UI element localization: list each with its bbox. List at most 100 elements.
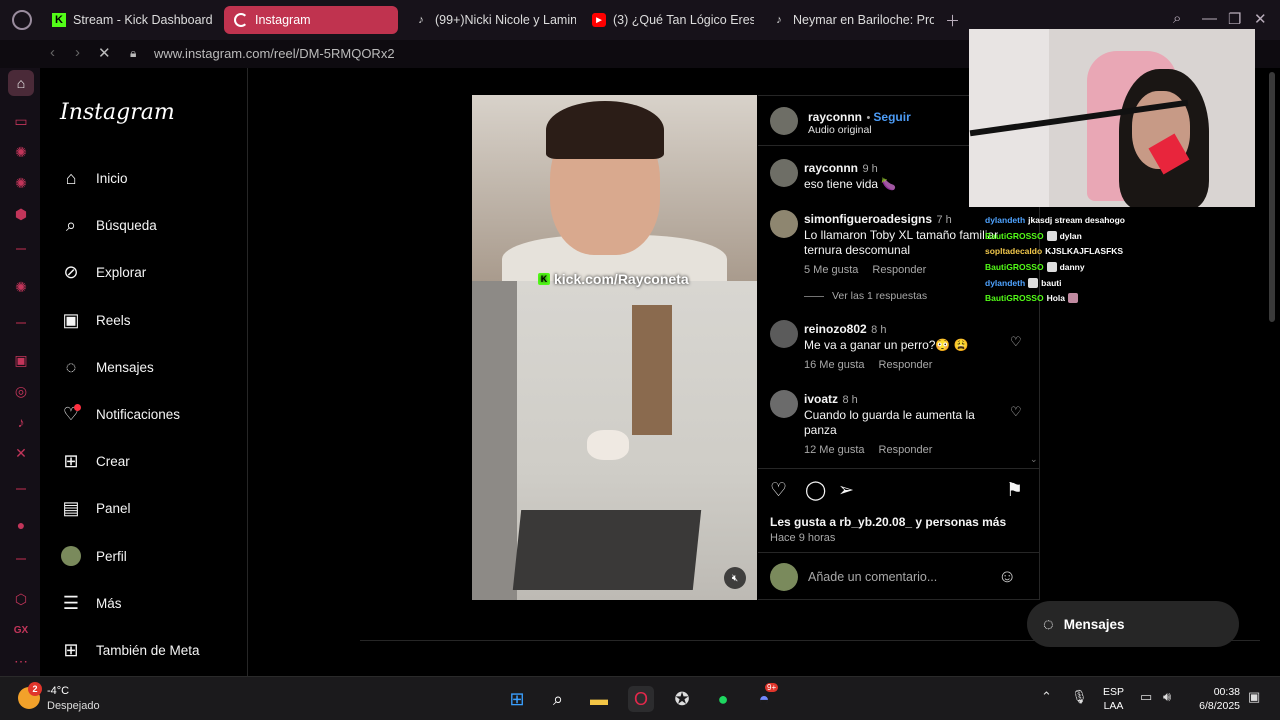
clock[interactable]: 00:38 6/8/2025 [1198, 685, 1240, 713]
scroll-thumb[interactable] [1269, 72, 1275, 322]
comment-user[interactable]: simonfigueroadesigns [804, 212, 932, 226]
notifications-icon[interactable]: ▣ [1248, 689, 1260, 705]
opera-gx-icon[interactable]: O [628, 686, 654, 712]
nav-panel[interactable]: ▤ Panel [60, 495, 130, 521]
aria-icon[interactable]: ⬢ [10, 203, 32, 225]
twitch-icon[interactable]: ▣ [10, 349, 32, 371]
tab-label: (99+)Nicki Nicole y Lamin [435, 13, 576, 27]
search-tabs-icon[interactable]: ⌕ [1173, 10, 1181, 27]
reel-video[interactable]: K kick.com/Rayconeta 🔇︎ [472, 95, 757, 600]
tab-tiktok-nicki[interactable]: ♪ (99+)Nicki Nicole y Lamin [404, 6, 576, 34]
instagram-logo[interactable]: Instagram [60, 100, 175, 125]
home-icon[interactable]: ⌂ [8, 70, 34, 96]
new-tab-icon[interactable]: ＋ [945, 10, 960, 31]
share-icon[interactable]: ➢ [838, 479, 854, 502]
ai-icon[interactable]: ✺ [10, 172, 32, 194]
nav-notificaciones[interactable]: ♡ Notificaciones [60, 401, 180, 427]
tab-youtube[interactable]: ▶ (3) ¿Qué Tan Lógico Eres [582, 6, 754, 34]
comment-avatar[interactable] [770, 210, 798, 238]
like-comment-heart-icon[interactable]: ♡ [1010, 404, 1022, 420]
game-app-icon[interactable]: ✪ [669, 686, 695, 712]
nav-perfil[interactable]: Perfil [60, 543, 127, 569]
bookmark-icon[interactable]: ⚑ [1006, 479, 1023, 502]
maximize-icon[interactable]: ❐ [1228, 10, 1241, 28]
url-field[interactable]: www.instagram.com/reel/DM-5RMQORx2 [154, 46, 395, 61]
comment-user[interactable]: reinozo802 [804, 322, 867, 336]
volume-icon[interactable]: 🔊︎ [1163, 689, 1171, 705]
search-icon[interactable]: ⌕ [545, 686, 571, 712]
x-icon[interactable]: ✕ [10, 442, 32, 464]
avatar [61, 546, 81, 566]
follow-button[interactable]: Seguir [873, 110, 910, 124]
chat-user: sopltadecaldo [985, 246, 1043, 257]
likes-summary[interactable]: Les gusta a rb_yb.20.08_ y personas más [770, 515, 1006, 529]
comment-avatar[interactable] [770, 159, 798, 187]
youtube-icon: ▶ [592, 13, 606, 27]
settings-icon[interactable]: ⬡ [10, 588, 32, 610]
more-icon[interactable]: ⋯ [10, 650, 32, 672]
nav-busqueda[interactable]: ⌕ Búsqueda [60, 212, 157, 238]
comment-avatar[interactable] [770, 320, 798, 348]
nav-crear[interactable]: ⊞ Crear [60, 448, 129, 474]
comment-likes[interactable]: 12 Me gusta [804, 444, 865, 456]
player-icon[interactable]: ● [10, 514, 32, 536]
comment-likes[interactable]: 5 Me gusta [804, 264, 858, 276]
opera-logo-icon[interactable] [12, 10, 32, 30]
stop-loading-icon[interactable]: ✕ [98, 44, 111, 62]
page-scrollbar[interactable] [1268, 68, 1276, 676]
nav-inicio[interactable]: ⌂ Inicio [60, 165, 128, 191]
like-heart-icon[interactable]: ♡ [770, 479, 787, 502]
tiktok-icon[interactable]: ♪ [10, 411, 32, 433]
nav-tambien-de-meta[interactable]: ⊞ También de Meta [60, 637, 199, 663]
file-explorer-icon[interactable]: ▬ [586, 686, 612, 712]
nav-explorar[interactable]: ⊘ Explorar [60, 259, 146, 285]
microphone-icon[interactable]: 🎙︎ [1071, 689, 1088, 705]
forward-icon[interactable]: › [75, 44, 80, 61]
reply-button[interactable]: Responder [879, 444, 933, 456]
spotify-icon[interactable]: ● [710, 686, 736, 712]
gaming-icon[interactable]: ▭ [10, 110, 32, 132]
comment-user[interactable]: ivoatz [804, 392, 838, 406]
openai-icon[interactable]: ✺ [10, 276, 32, 298]
tab-tiktok-neymar[interactable]: ♪ Neymar en Bariloche: Pro [762, 6, 934, 34]
view-replies-button[interactable]: Ver las 1 respuestas [804, 290, 927, 302]
windows-start-icon[interactable]: ⊞ [504, 686, 530, 712]
network-icon[interactable]: ▭ [1140, 689, 1152, 705]
nav-mas[interactable]: ☰ Más [60, 590, 122, 616]
tray-overflow-icon[interactable]: ⌃ [1041, 689, 1052, 705]
mute-icon[interactable]: 🔇︎ [724, 567, 746, 589]
weather-temp[interactable]: -4°C [47, 685, 69, 697]
lock-icon[interactable]: 🔒︎ [130, 46, 136, 61]
chatgpt-icon[interactable]: ✺ [10, 141, 32, 163]
instagram-icon[interactable]: ◎ [10, 380, 32, 402]
comment-icon[interactable]: ◯ [805, 479, 826, 502]
lang-layout: LAA [1103, 700, 1124, 712]
chart-icon: ▤ [62, 497, 80, 518]
author-avatar[interactable] [770, 107, 798, 135]
author-name[interactable]: rayconnn [808, 110, 862, 124]
taskbar: 2 -4°C Despejado ⊞ ⌕ ▬ O ✪ ● ◓ 9+ ⌃ 🎙︎ E… [0, 676, 1280, 720]
nav-mensajes[interactable]: ◌ Mensajes [60, 354, 154, 380]
reply-button[interactable]: Responder [872, 264, 926, 276]
minimize-icon[interactable]: — [1202, 10, 1217, 27]
messages-button[interactable]: ◌ Mensajes [1027, 601, 1239, 647]
like-comment-heart-icon[interactable]: ♡ [1010, 334, 1022, 350]
gx-icon[interactable]: GX [10, 619, 32, 641]
nav-reels[interactable]: ▣ Reels [60, 307, 130, 333]
tab-instagram[interactable]: Instagram [224, 6, 398, 34]
replies-line [804, 295, 824, 297]
tab-kick-dashboard[interactable]: K Stream - Kick Dashboard [42, 6, 216, 34]
close-window-icon[interactable]: ✕ [1254, 10, 1267, 28]
reply-button[interactable]: Responder [879, 359, 933, 371]
comment-user[interactable]: rayconnn [804, 161, 858, 175]
language-indicator[interactable]: ESP LAA [1103, 685, 1124, 713]
back-icon[interactable]: ‹ [50, 44, 55, 61]
comment-input[interactable]: Añade un comentario... [808, 570, 937, 584]
scroll-down-icon[interactable]: ⌄ [1030, 454, 1038, 465]
chat-user: dylandeth [985, 214, 1026, 225]
comment-likes[interactable]: 16 Me gusta [804, 359, 865, 371]
weather-desc[interactable]: Despejado [47, 700, 100, 712]
comment-avatar[interactable] [770, 390, 798, 418]
emoji-icon[interactable]: ☺ [998, 566, 1016, 587]
audio-label[interactable]: Audio original [808, 124, 872, 136]
